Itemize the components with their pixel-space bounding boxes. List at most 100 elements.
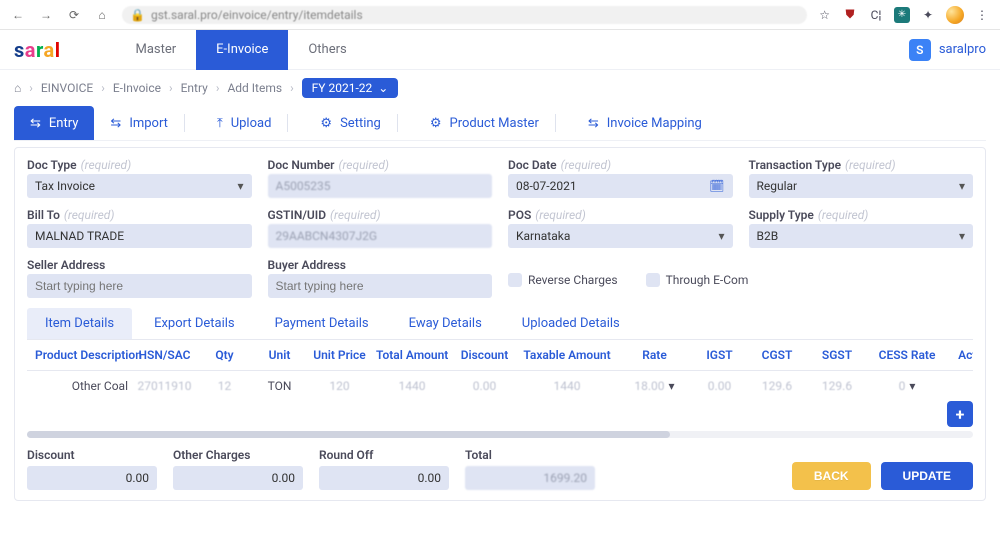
supply-type-value: B2B (757, 229, 779, 243)
td-cgst[interactable]: 129.6 (747, 371, 807, 401)
td-totalamt[interactable]: 1440 (372, 371, 452, 401)
extensions-icon[interactable]: ✦ (920, 7, 936, 23)
seller-address-input[interactable] (27, 274, 252, 298)
td-unitprice[interactable]: 120 (307, 371, 372, 401)
td-qty[interactable]: 12 (197, 371, 252, 401)
app-logo: saral (14, 38, 60, 62)
action-tab-upload[interactable]: ⤒ Upload (201, 106, 304, 140)
transaction-type-label: Transaction Type(required) (749, 158, 974, 172)
gstin-input[interactable]: 29AABCN4307J2G (268, 224, 493, 248)
buyer-address-label: Buyer Address (268, 258, 493, 272)
doc-type-select[interactable]: Tax Invoice▾ (27, 174, 252, 198)
bill-to-input[interactable]: MALNAD TRADE (27, 224, 252, 248)
th-taxable: Taxable Amount (517, 340, 617, 371)
action-tab-invoice-mapping[interactable]: ⇆ Invoice Mapping (572, 106, 718, 140)
doc-number-label: Doc Number(required) (268, 158, 493, 172)
supply-type-select[interactable]: B2B▾ (749, 224, 974, 248)
supply-type-label: Supply Type(required) (749, 208, 974, 222)
browser-url-bar[interactable]: 🔒 gst.saral.pro/einvoice/entry/itemdetai… (122, 6, 807, 24)
delete-row-button[interactable]: 🗑 (947, 371, 973, 401)
total-value: 1699.20 (543, 471, 587, 485)
td-unit[interactable]: TON (252, 371, 307, 401)
add-row-button[interactable]: + (947, 401, 973, 427)
action-tab-upload-label: Upload (231, 116, 272, 131)
chevron-down-icon: ▾ (718, 229, 724, 243)
td-product[interactable]: Other Coal (27, 371, 132, 401)
inner-tab-item-details[interactable]: Item Details (27, 308, 132, 339)
ublock-icon[interactable]: ⛊ (842, 7, 858, 23)
through-ecom-checkbox[interactable]: Through E-Com (646, 273, 749, 287)
gstin-value: 29AABCN4307J2G (276, 229, 378, 243)
inner-tab-export-details[interactable]: Export Details (136, 308, 253, 339)
reverse-charges-checkbox[interactable]: Reverse Charges (508, 273, 618, 287)
breadcrumb-add-items[interactable]: Add Items (227, 81, 282, 95)
inner-tab-payment-details[interactable]: Payment Details (257, 308, 387, 339)
browser-profile-avatar[interactable] (946, 6, 964, 24)
action-tab-entry-label: Entry (49, 116, 79, 131)
td-cess-select[interactable]: 0▾ (867, 371, 947, 401)
tab-einvoice[interactable]: E-Invoice (196, 30, 288, 70)
inner-tab-eway-details[interactable]: Eway Details (391, 308, 500, 339)
buyer-address-field[interactable] (276, 279, 485, 293)
th-action: Action (947, 340, 973, 371)
lock-icon: 🔒 (130, 8, 145, 22)
th-cess: CESS Rate (867, 340, 947, 371)
fiscal-year-dropdown[interactable]: FY 2021-22 ⌄ (302, 78, 399, 98)
ext-icon-2[interactable]: ✳ (894, 7, 910, 23)
action-tab-product-master-label: Product Master (450, 116, 539, 131)
browser-menu-icon[interactable]: ⋮ (974, 7, 990, 23)
transaction-type-select[interactable]: Regular▾ (749, 174, 974, 198)
tab-others[interactable]: Others (288, 30, 366, 70)
pos-select[interactable]: Karnataka▾ (508, 224, 733, 248)
doc-date-value: 08-07-2021 (516, 179, 577, 193)
horizontal-scrollbar[interactable] (27, 431, 973, 438)
td-rate-select[interactable]: 18.00▾ (617, 371, 692, 401)
items-table: Product Description HSN/SAC Qty Unit Uni… (27, 340, 973, 438)
user-name[interactable]: saralpro (939, 42, 986, 57)
breadcrumb-einvoice2[interactable]: E-Invoice (113, 81, 161, 95)
td-rate-value: 18.00 (634, 379, 664, 393)
td-igst[interactable]: 0.00 (692, 371, 747, 401)
breadcrumb-entry[interactable]: Entry (181, 81, 208, 95)
round-off-input[interactable]: 0.00 (319, 466, 449, 490)
breadcrumb-einvoice[interactable]: EINVOICE (41, 81, 93, 95)
inner-tab-uploaded-details[interactable]: Uploaded Details (504, 308, 638, 339)
action-tab-import[interactable]: ⇆ Import (94, 106, 201, 140)
ext-icon-1[interactable]: C¦ (868, 7, 884, 23)
doc-date-input[interactable]: 08-07-2021🗓 (508, 174, 733, 198)
inner-tabs: Item Details Export Details Payment Deta… (27, 308, 973, 340)
swap-icon: ⇆ (588, 116, 599, 131)
tab-master[interactable]: Master (115, 30, 196, 70)
browser-url-text: gst.saral.pro/einvoice/entry/itemdetails (151, 8, 363, 22)
action-tab-product-master[interactable]: ⚙ Product Master (414, 106, 572, 140)
breadcrumb-home-icon[interactable]: ⌂ (14, 81, 21, 95)
td-hsn[interactable]: 27011910 (132, 371, 197, 401)
user-avatar-badge[interactable]: S (909, 39, 931, 61)
seller-address-field[interactable] (35, 279, 244, 293)
back-button[interactable]: BACK (792, 462, 871, 490)
update-button[interactable]: UPDATE (881, 462, 973, 490)
checkbox-box (646, 273, 660, 287)
browser-reload-icon[interactable]: ⟳ (66, 7, 82, 23)
buyer-address-input[interactable] (268, 274, 493, 298)
th-rate: Rate (617, 340, 692, 371)
bookmark-star-icon[interactable]: ☆ (819, 8, 830, 22)
doc-number-input[interactable]: A5005235 (268, 174, 493, 198)
gear-icon: ⚙ (320, 116, 332, 131)
th-hsn: HSN/SAC (132, 340, 197, 371)
other-charges-input[interactable]: 0.00 (173, 466, 303, 490)
doc-date-label: Doc Date(required) (508, 158, 733, 172)
browser-forward-icon[interactable]: → (38, 7, 54, 23)
seller-address-label: Seller Address (27, 258, 252, 272)
td-sgst[interactable]: 129.6 (807, 371, 867, 401)
browser-home-icon[interactable]: ⌂ (94, 7, 110, 23)
action-tab-setting[interactable]: ⚙ Setting (304, 106, 413, 140)
td-discount[interactable]: 0.00 (452, 371, 517, 401)
action-tab-entry[interactable]: ⇆ Entry (14, 106, 94, 140)
discount-total-input[interactable]: 0.00 (27, 466, 157, 490)
th-unitprice: Unit Price (307, 340, 372, 371)
browser-back-icon[interactable]: ← (10, 7, 26, 23)
scrollbar-thumb[interactable] (27, 431, 670, 438)
doc-type-label: Doc Type(required) (27, 158, 252, 172)
td-taxable[interactable]: 1440 (517, 371, 617, 401)
